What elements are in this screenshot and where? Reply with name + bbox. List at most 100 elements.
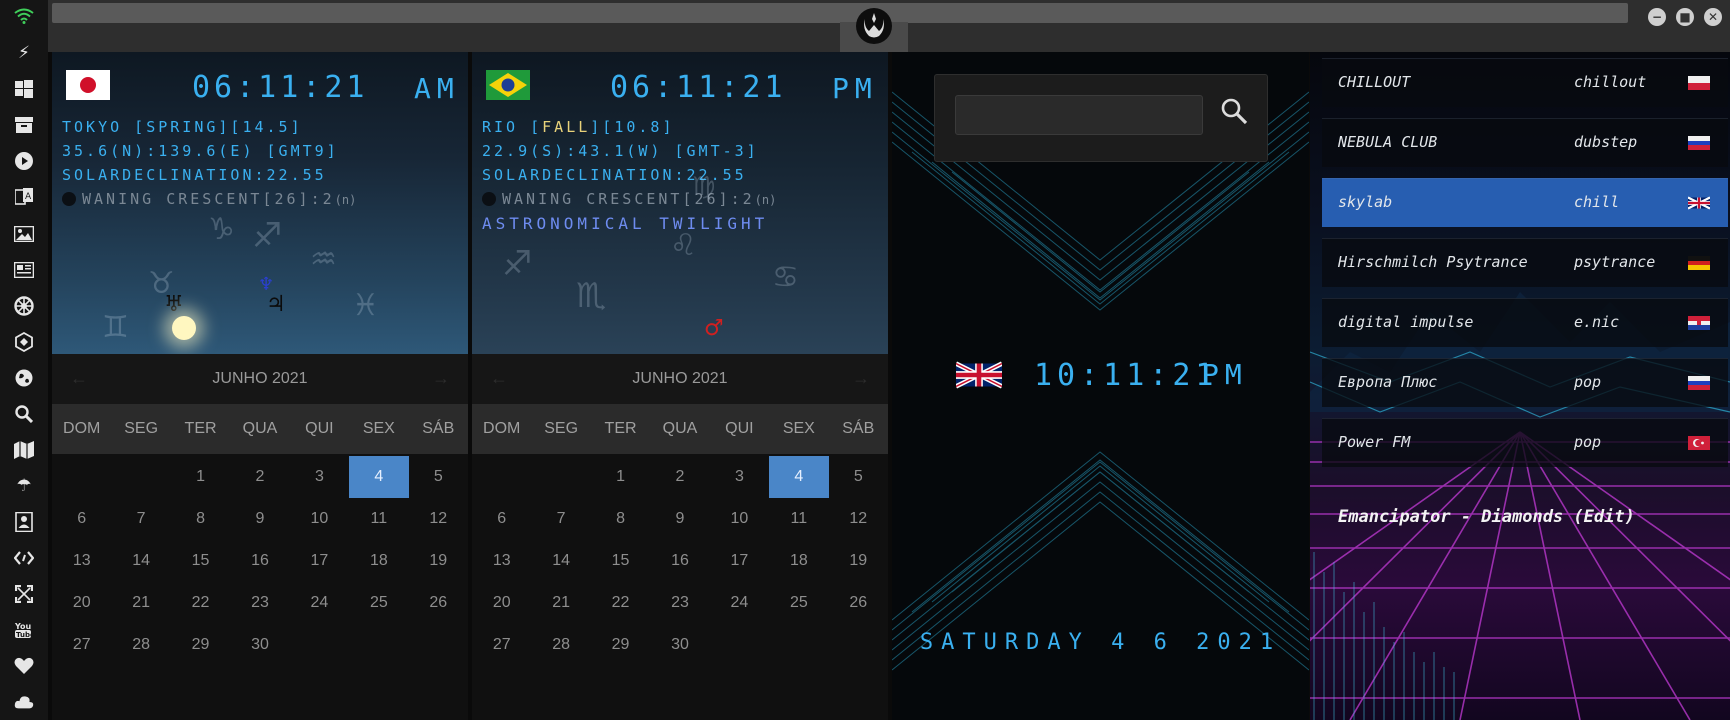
calendar-day[interactable]: 27: [472, 624, 531, 666]
calendar-day[interactable]: 3: [290, 456, 349, 498]
calendar-day[interactable]: 2: [650, 456, 709, 498]
calendar-day-today[interactable]: 4: [769, 456, 829, 498]
tokyo-solar-declination: SOLARDECLINATION:22.55: [62, 166, 327, 184]
station-row[interactable]: Power FM pop: [1322, 418, 1728, 467]
calendar-day[interactable]: 23: [650, 582, 709, 624]
calendar-day[interactable]: 8: [591, 498, 650, 540]
calendar-day[interactable]: 23: [230, 582, 289, 624]
title-strip[interactable]: [52, 3, 1628, 23]
calendar-day[interactable]: 30: [230, 624, 289, 666]
calendar-day[interactable]: 13: [52, 540, 111, 582]
search-icon[interactable]: [14, 404, 34, 424]
calendar-day[interactable]: 7: [531, 498, 590, 540]
station-row[interactable]: Европа Плюс pop: [1322, 358, 1728, 407]
calendar-day[interactable]: 17: [710, 540, 769, 582]
calendar-day[interactable]: 18: [769, 540, 828, 582]
calendar-day[interactable]: 29: [591, 624, 650, 666]
calendar-day[interactable]: 20: [472, 582, 531, 624]
calendar-day[interactable]: 28: [531, 624, 590, 666]
next-month-button[interactable]: →: [852, 368, 870, 389]
calendar-day[interactable]: 16: [230, 540, 289, 582]
calendar-day[interactable]: 1: [171, 456, 230, 498]
windows-icon[interactable]: [14, 79, 34, 99]
archive-icon[interactable]: [14, 115, 34, 135]
map-icon[interactable]: [14, 440, 34, 460]
calendar-day[interactable]: 22: [591, 582, 650, 624]
calendar-day[interactable]: 15: [171, 540, 230, 582]
flash-icon[interactable]: ⚡: [14, 43, 34, 63]
search-icon[interactable]: [1217, 97, 1251, 133]
calendar-day[interactable]: 16: [650, 540, 709, 582]
station-row-active[interactable]: skylab chill: [1322, 178, 1728, 227]
calendar-day[interactable]: 14: [111, 540, 170, 582]
calendar-day-today[interactable]: 4: [349, 456, 409, 498]
station-row[interactable]: NEBULA CLUB dubstep: [1322, 118, 1728, 167]
calendar-day[interactable]: 26: [409, 582, 468, 624]
search-input[interactable]: [955, 95, 1203, 135]
translate-icon[interactable]: A: [14, 187, 34, 207]
calendar-day[interactable]: 26: [829, 582, 888, 624]
calendar-day[interactable]: 12: [829, 498, 888, 540]
news-icon[interactable]: [14, 260, 34, 280]
code-icon[interactable]: [14, 548, 34, 568]
calendar-day[interactable]: 19: [409, 540, 468, 582]
calendar-day[interactable]: 11: [349, 498, 408, 540]
rio-calendar-month: JUNHO 2021: [632, 370, 728, 387]
calendar-day[interactable]: 21: [531, 582, 590, 624]
calendar-day[interactable]: 13: [472, 540, 531, 582]
calendar-day[interactable]: 10: [710, 498, 769, 540]
station-row[interactable]: digital impulse e.nic: [1322, 298, 1728, 347]
minimize-button[interactable]: −: [1648, 8, 1666, 26]
calendar-day[interactable]: 18: [349, 540, 408, 582]
calendar-day[interactable]: 24: [710, 582, 769, 624]
contact-icon[interactable]: [14, 512, 34, 532]
calendar-day[interactable]: 5: [409, 456, 468, 498]
calendar-day[interactable]: 7: [111, 498, 170, 540]
calendar-day[interactable]: 2: [230, 456, 289, 498]
station-row[interactable]: Hirschmilch Psytrance psytrance: [1322, 238, 1728, 287]
image-icon[interactable]: [14, 224, 34, 244]
calendar-day[interactable]: 8: [171, 498, 230, 540]
rio-weekday-row: DOM SEG TER QUA QUI SEX SÁB: [472, 404, 888, 454]
calendar-day[interactable]: 22: [171, 582, 230, 624]
hexagon-icon[interactable]: [14, 332, 34, 352]
calendar-day[interactable]: 5: [829, 456, 888, 498]
calendar-day[interactable]: 24: [290, 582, 349, 624]
wifi-icon[interactable]: [14, 6, 34, 26]
calendar-day[interactable]: 9: [650, 498, 709, 540]
calendar-day[interactable]: 25: [349, 582, 408, 624]
calendar-day[interactable]: 21: [111, 582, 170, 624]
fullscreen-icon[interactable]: [14, 584, 34, 604]
calendar-day[interactable]: 17: [290, 540, 349, 582]
calendar-day[interactable]: 28: [111, 624, 170, 666]
close-button[interactable]: ✕: [1704, 8, 1722, 26]
globe-icon[interactable]: [14, 368, 34, 388]
calendar-day[interactable]: 14: [531, 540, 590, 582]
calendar-day[interactable]: 15: [591, 540, 650, 582]
cloud-icon[interactable]: [14, 692, 34, 712]
calendar-day[interactable]: 27: [52, 624, 111, 666]
maximize-button[interactable]: ■: [1676, 8, 1694, 26]
heart-icon[interactable]: [14, 656, 34, 676]
calendar-day[interactable]: 9: [230, 498, 289, 540]
station-row[interactable]: CHILLOUT chillout: [1322, 58, 1728, 107]
calendar-day[interactable]: 25: [769, 582, 828, 624]
play-icon[interactable]: [14, 151, 34, 171]
empire-icon[interactable]: [14, 296, 34, 316]
calendar-day[interactable]: 6: [52, 498, 111, 540]
calendar-day[interactable]: 19: [829, 540, 888, 582]
calendar-day[interactable]: 6: [472, 498, 531, 540]
calendar-day[interactable]: 29: [171, 624, 230, 666]
next-month-button[interactable]: →: [432, 368, 450, 389]
calendar-day[interactable]: 1: [591, 456, 650, 498]
weekday-label: QUI: [305, 420, 334, 437]
calendar-day[interactable]: 20: [52, 582, 111, 624]
calendar-day[interactable]: 12: [409, 498, 468, 540]
calendar-day[interactable]: 30: [650, 624, 709, 666]
calendar-day[interactable]: 11: [769, 498, 828, 540]
youtube-icon[interactable]: You Tube: [14, 620, 34, 640]
rebel-alliance-icon[interactable]: [856, 8, 892, 44]
calendar-day[interactable]: 10: [290, 498, 349, 540]
umbrella-icon[interactable]: ☂: [14, 476, 34, 496]
calendar-day[interactable]: 3: [710, 456, 769, 498]
